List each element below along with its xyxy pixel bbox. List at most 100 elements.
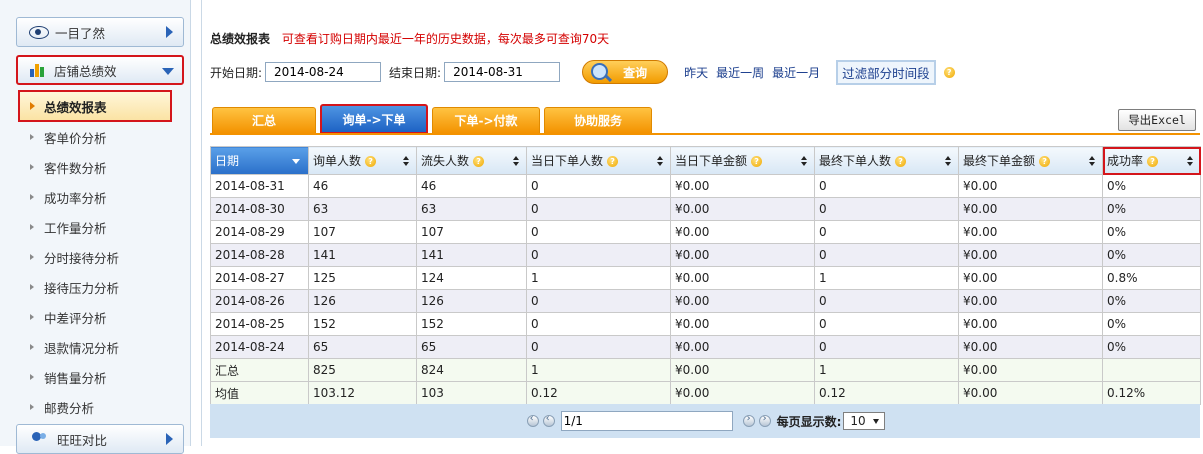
bullet-arrow-icon [30, 374, 34, 380]
table-row: 2014-08-25 152 152 0 ¥0.00 0 ¥0.00 0% [210, 312, 1201, 336]
sidebar-section-overview[interactable]: 一目了然 [16, 17, 184, 47]
column-header-lost[interactable]: 流失人数? [416, 146, 527, 175]
help-icon[interactable]: ? [943, 66, 955, 78]
quick-link-yesterday[interactable]: 昨天 [684, 64, 708, 81]
table-row: 2014-08-30 63 63 0 ¥0.00 0 ¥0.00 0% [210, 197, 1201, 221]
sidebar-item-label: 分时接待分析 [44, 250, 120, 266]
bullet-arrow-icon [30, 164, 34, 170]
table-cell: ¥0.00 [958, 312, 1103, 336]
pagination-bar: 每页显示数: 10 [210, 404, 1200, 438]
table-cell: 1 [526, 266, 671, 290]
sidebar-item[interactable]: 客单价分析 [18, 122, 186, 152]
column-header-same-day-buyers[interactable]: 当日下单人数? [526, 146, 671, 175]
report-tabs: 汇总 询单->下单 下单->付款 协助服务 [212, 104, 656, 134]
sidebar-item[interactable]: 客件数分析 [18, 152, 186, 182]
table-cell: 126 [308, 289, 417, 313]
history-note: 可查看订购日期内最近一年的历史数据，每次最多可查询70天 [281, 32, 610, 46]
help-icon[interactable]: ? [751, 156, 763, 167]
table-cell: 0 [814, 335, 959, 359]
page-number-input[interactable] [560, 411, 733, 431]
column-header-final-amount[interactable]: 最终下单金额? [958, 146, 1103, 175]
tab-inquiry-to-order[interactable]: 询单->下单 [320, 104, 428, 134]
table-cell: 103 [416, 381, 527, 405]
column-header-label: 成功率 [1107, 154, 1144, 168]
help-icon[interactable]: ? [1039, 156, 1051, 167]
sidebar-item[interactable]: 成功率分析 [18, 182, 186, 212]
table-row: 2014-08-31 46 46 0 ¥0.00 0 ¥0.00 0% [210, 174, 1201, 198]
table-cell: 65 [308, 335, 417, 359]
sidebar-section-label: 一目了然 [55, 25, 106, 41]
sidebar-item-performance-report[interactable]: 总绩效报表 [18, 90, 172, 122]
sidebar-item[interactable]: 退款情况分析 [18, 332, 186, 362]
bullet-arrow-icon [30, 194, 34, 200]
table-cell: 126 [416, 289, 527, 313]
per-page-select[interactable]: 10 [843, 412, 886, 430]
table-cell: 0% [1102, 197, 1201, 221]
prev-page-icon[interactable] [542, 413, 555, 427]
sidebar-item[interactable]: 邮费分析 [18, 392, 186, 422]
table-cell: 0% [1102, 220, 1201, 244]
sidebar-item[interactable]: 工作量分析 [18, 212, 186, 242]
next-page-icon[interactable] [742, 413, 755, 427]
sidebar-item[interactable]: 分时接待分析 [18, 242, 186, 272]
sidebar-item[interactable]: 接待压力分析 [18, 272, 186, 302]
sidebar-item[interactable]: 中差评分析 [18, 302, 186, 332]
bullet-arrow-icon [30, 254, 34, 260]
table-cell: 2014-08-27 [210, 266, 309, 290]
table-cell: ¥0.00 [670, 243, 815, 267]
tab-order-to-payment[interactable]: 下单->付款 [432, 107, 540, 133]
table-cell: ¥0.00 [670, 220, 815, 244]
tab-assist-service[interactable]: 协助服务 [544, 107, 652, 133]
export-excel-button[interactable]: 导出Excel [1118, 109, 1196, 131]
column-header-label: 最终下单金额 [963, 154, 1036, 168]
table-cell: ¥0.00 [670, 174, 815, 198]
start-date-input[interactable] [265, 62, 382, 82]
table-cell: 141 [308, 243, 417, 267]
sidebar-section-wangwang-compare[interactable]: 旺旺对比 [16, 424, 184, 454]
sidebar-item-label: 中差评分析 [44, 310, 107, 326]
column-header-date[interactable]: 日期 [210, 146, 309, 175]
sort-desc-icon [292, 159, 300, 164]
table-cell: 0 [814, 312, 959, 336]
table-row: 2014-08-27 125 124 1 ¥0.00 1 ¥0.00 0.8% [210, 266, 1201, 290]
bullet-arrow-icon [30, 344, 34, 350]
column-header-success-rate[interactable]: 成功率? [1102, 146, 1201, 175]
table-cell: 0 [526, 312, 671, 336]
table-cell: ¥0.00 [958, 381, 1103, 405]
sidebar-item-label: 接待压力分析 [44, 280, 120, 296]
sidebar-menu: 客单价分析 客件数分析 成功率分析 工作量分析 分时接待分析 接待压力分析 中差… [18, 122, 186, 422]
table-cell: 1 [814, 266, 959, 290]
column-header-final-buyers[interactable]: 最终下单人数? [814, 146, 959, 175]
bullet-arrow-icon [30, 404, 34, 410]
column-header-label: 流失人数 [421, 154, 470, 168]
table-cell: 0 [526, 174, 671, 198]
help-icon[interactable]: ? [473, 156, 485, 167]
table-cell: ¥0.00 [958, 266, 1103, 290]
first-page-icon[interactable] [526, 413, 539, 427]
column-header-inquiries[interactable]: 询单人数? [308, 146, 417, 175]
query-button-label: 查询 [623, 65, 648, 80]
table-cell: ¥0.00 [670, 381, 815, 405]
sidebar-item-label: 销售量分析 [44, 370, 107, 386]
help-icon[interactable]: ? [365, 156, 377, 167]
help-icon[interactable]: ? [1147, 156, 1159, 167]
end-date-input[interactable] [444, 62, 561, 82]
help-icon[interactable]: ? [895, 156, 907, 167]
column-header-same-day-amount[interactable]: 当日下单金额? [670, 146, 815, 175]
sidebar-item[interactable]: 销售量分析 [18, 362, 186, 392]
last-page-icon[interactable] [758, 413, 771, 427]
bullet-arrow-icon [30, 284, 34, 290]
table-cell: 0% [1102, 335, 1201, 359]
chevron-down-icon [162, 68, 174, 75]
quick-link-last-week[interactable]: 最近一周 [716, 64, 764, 81]
table-cell: ¥0.00 [958, 289, 1103, 313]
table-cell: 0 [814, 174, 959, 198]
query-button[interactable]: 查询 [582, 60, 669, 84]
sidebar-section-store-performance[interactable]: 店铺总绩效 [16, 55, 184, 85]
quick-link-last-month[interactable]: 最近一月 [772, 64, 820, 81]
sidebar-item-label: 客单价分析 [44, 130, 107, 146]
help-icon[interactable]: ? [607, 156, 619, 167]
table-cell: ¥0.00 [958, 220, 1103, 244]
tab-summary[interactable]: 汇总 [212, 107, 316, 133]
filter-time-range-button[interactable]: 过滤部分时间段 [836, 59, 936, 85]
